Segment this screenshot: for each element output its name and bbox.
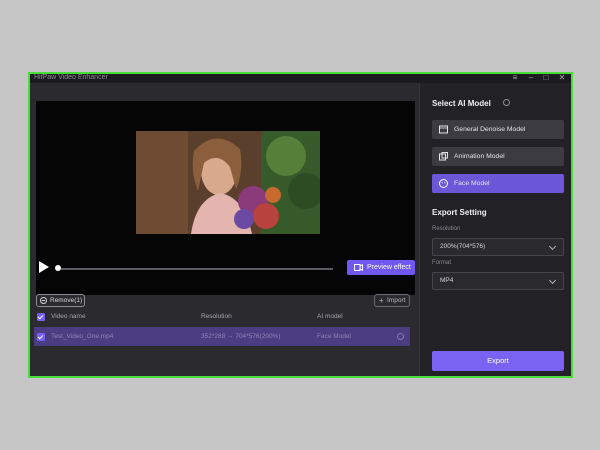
resolution-value: 200%(704*576) [440, 243, 486, 250]
title-bar: HitPaw Video Enhancer ≡ – □ ✕ [30, 74, 571, 83]
chevron-down-icon [548, 276, 557, 285]
model-general-denoise[interactable]: General Denoise Model [432, 120, 564, 139]
row-video-name: Test_Video_One.mp4 [51, 333, 114, 340]
preview-effect-button[interactable]: Preview effect [347, 260, 415, 275]
app-title: HitPaw Video Enhancer [34, 74, 108, 81]
column-video-name: Video name [51, 313, 86, 320]
format-select[interactable]: MP4 [432, 272, 564, 290]
remove-button[interactable]: Remove(1) [36, 294, 85, 307]
remove-label: Remove(1) [50, 297, 83, 304]
video-frame [136, 131, 320, 234]
minimize-icon[interactable]: – [525, 74, 537, 83]
select-ai-model-heading: Select AI Model [432, 99, 510, 108]
video-thumbnail-image [136, 131, 320, 234]
list-toolbar: Remove(1) + Import [34, 292, 413, 310]
chevron-down-icon [548, 242, 557, 251]
export-setting-heading: Export Setting [432, 208, 487, 217]
maximize-icon[interactable]: □ [540, 74, 552, 83]
row-ai-model: Face Model [317, 333, 351, 340]
list-header: Video name Resolution AI model [34, 310, 413, 324]
menu-icon[interactable]: ≡ [509, 74, 521, 83]
playback-bar: Preview effect [36, 258, 415, 278]
select-all-checkbox[interactable] [37, 313, 45, 321]
format-label: Format [432, 260, 452, 266]
row-checkbox[interactable] [37, 333, 45, 341]
model-label: General Denoise Model [454, 126, 526, 133]
plus-icon: + [379, 296, 384, 305]
import-label: Import [387, 297, 406, 304]
model-label: Animation Model [454, 153, 505, 160]
resolution-select[interactable]: 200%(704*576) [432, 238, 564, 256]
column-resolution: Resolution [201, 313, 232, 320]
model-animation[interactable]: Animation Model [432, 147, 564, 166]
model-label: Face Model [454, 180, 490, 187]
import-button[interactable]: + Import [374, 294, 410, 307]
settings-panel: Select AI Model General Denoise Model An… [419, 83, 571, 376]
animation-icon [439, 152, 448, 161]
row-settings-icon[interactable] [397, 333, 404, 340]
play-icon[interactable] [39, 261, 49, 273]
info-icon[interactable] [503, 99, 510, 106]
export-button[interactable]: Export [432, 351, 564, 371]
format-value: MP4 [440, 277, 454, 284]
progress-knob[interactable] [55, 265, 61, 271]
editor-pane: Preview effect Remove(1) + Import Video … [30, 83, 419, 376]
preview-effect-label: Preview effect [367, 264, 411, 271]
resolution-label: Resolution [432, 226, 461, 232]
model-face[interactable]: Face Model [432, 174, 564, 193]
face-icon [439, 179, 448, 188]
close-icon[interactable]: ✕ [556, 74, 568, 83]
app-window: HitPaw Video Enhancer ≡ – □ ✕ Preview ef… [28, 72, 573, 378]
column-ai-model: AI model [317, 313, 343, 320]
row-resolution: 352*288 → 704*576(200%) [201, 333, 281, 340]
progress-track[interactable] [61, 268, 333, 270]
video-camera-icon [354, 264, 363, 271]
minus-circle-icon [40, 297, 47, 304]
table-row[interactable]: Test_Video_One.mp4 352*288 → 704*576(200… [34, 327, 410, 346]
film-icon [439, 125, 448, 134]
